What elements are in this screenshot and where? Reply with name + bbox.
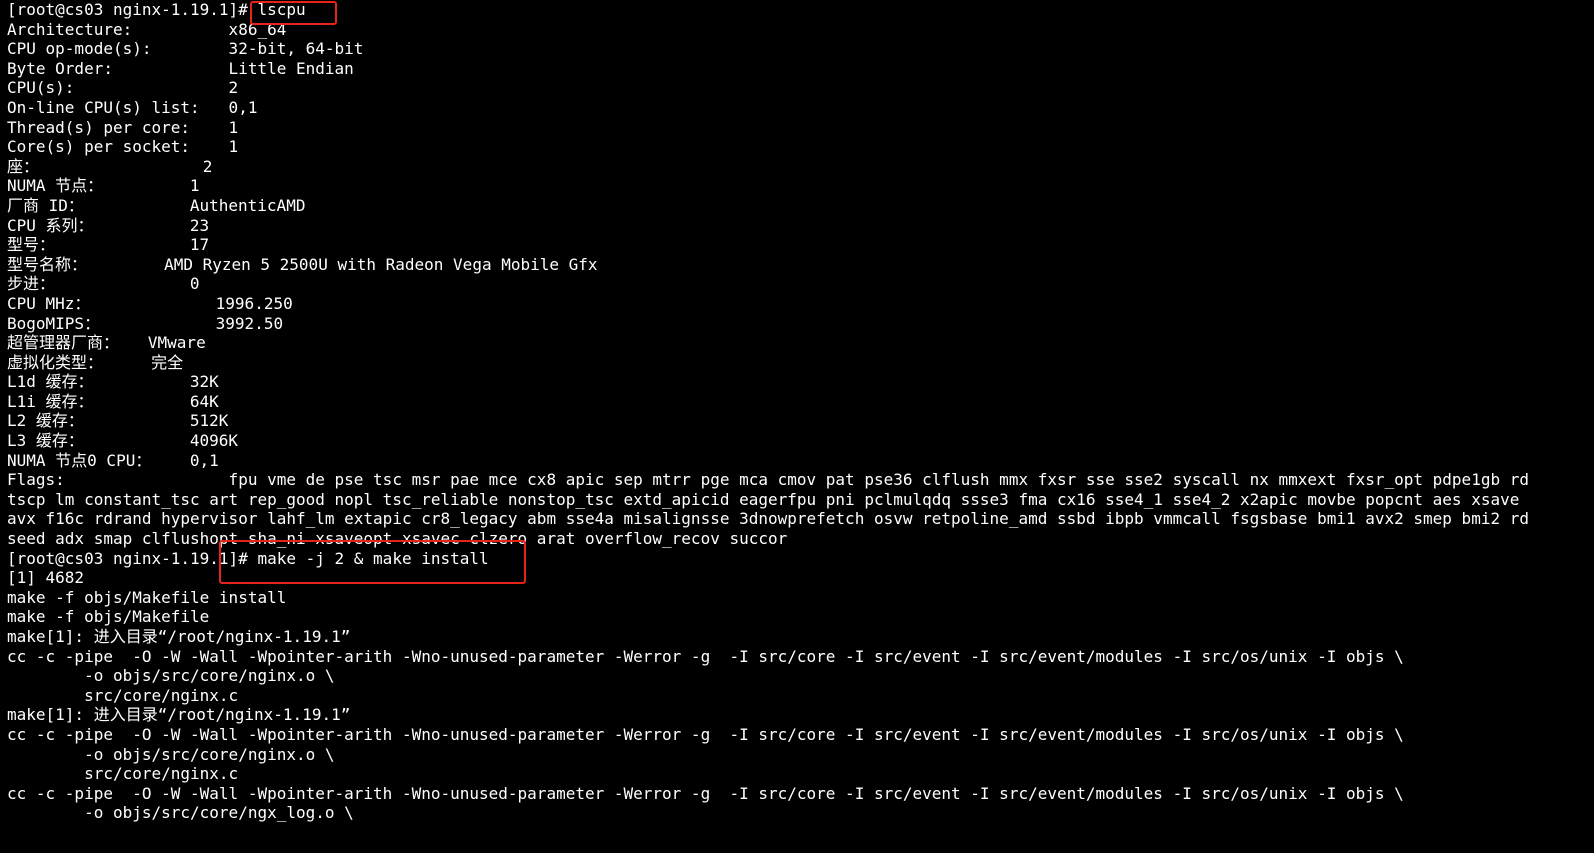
terminal-line: CPU 系列： 23 — [7, 215, 210, 235]
terminal-line: 型号： 17 — [7, 235, 210, 255]
terminal-line: Byte Order: Little Endian — [7, 58, 354, 78]
terminal-line: 超管理器厂商： VMware — [7, 333, 206, 353]
terminal-line: NUMA 节点0 CPU： 0,1 — [7, 450, 219, 470]
terminal-line: [root@cs03 nginx-1.19.1]# lscpu — [7, 0, 306, 19]
terminal-line: Flags: fpu vme de pse tsc msr pae mce cx… — [7, 470, 1529, 490]
terminal-line: src/core/nginx.c — [7, 764, 239, 784]
terminal-line: 虚拟化类型： 完全 — [7, 352, 184, 372]
terminal-line: -o objs/src/core/nginx.o \ — [7, 744, 335, 764]
terminal-line: CPU op-mode(s): 32-bit, 64-bit — [7, 39, 364, 59]
terminal-line: 步进： 0 — [7, 274, 200, 294]
terminal-line: NUMA 节点： 1 — [7, 176, 200, 196]
terminal-line: make[1]: 进入目录“/root/nginx-1.19.1” — [7, 705, 351, 725]
terminal-line: -o objs/src/core/ngx_log.o \ — [7, 803, 354, 823]
terminal-line: avx f16c rdrand hypervisor lahf_lm extap… — [7, 509, 1529, 529]
terminal-line: tscp lm constant_tsc art rep_good nopl t… — [7, 489, 1520, 509]
terminal-line: On-line CPU(s) list: 0,1 — [7, 97, 258, 117]
terminal-line: make -f objs/Makefile — [7, 607, 210, 627]
terminal-line: make[1]: 进入目录“/root/nginx-1.19.1” — [7, 627, 351, 646]
terminal-line: Thread(s) per core: 1 — [7, 117, 239, 137]
terminal-line: CPU(s): 2 — [7, 78, 239, 98]
terminal-line: -o objs/src/core/nginx.o \ — [7, 666, 335, 686]
terminal-line: BogoMIPS： 3992.50 — [7, 313, 284, 333]
terminal-line: Architecture: x86_64 — [7, 19, 287, 39]
terminal-line: 厂商 ID： AuthenticAMD — [7, 195, 306, 215]
terminal-line: make -f objs/Makefile install — [7, 587, 287, 607]
terminal-line: CPU MHz： 1996.250 — [7, 293, 293, 313]
terminal-line: 型号名称： AMD Ryzen 5 2500U with Radeon Vega… — [7, 254, 598, 274]
terminal-line: cc -c -pipe -O -W -Wall -Wpointer-arith … — [7, 646, 1404, 666]
terminal-line: L2 缓存： 512K — [7, 411, 229, 431]
terminal-window[interactable]: [root@cs03 nginx-1.19.1]# lscpu Architec… — [0, 0, 1594, 853]
terminal-line: 座： 2 — [7, 156, 213, 176]
terminal-line: L1i 缓存： 64K — [7, 391, 219, 411]
terminal-line: cc -c -pipe -O -W -Wall -Wpointer-arith … — [7, 783, 1404, 803]
terminal-line: src/core/nginx.c — [7, 685, 239, 705]
terminal-line: [root@cs03 nginx-1.19.1]# make -j 2 & ma… — [7, 548, 489, 568]
terminal-line: seed adx smap clflushopt sha_ni xsaveopt… — [7, 529, 788, 549]
terminal-line: cc -c -pipe -O -W -Wall -Wpointer-arith … — [7, 724, 1404, 744]
terminal-line: Core(s) per socket: 1 — [7, 137, 239, 157]
terminal-line: L3 缓存： 4096K — [7, 431, 239, 451]
terminal-line: L1d 缓存： 32K — [7, 372, 219, 392]
terminal-line: [1] 4682 — [7, 568, 85, 588]
